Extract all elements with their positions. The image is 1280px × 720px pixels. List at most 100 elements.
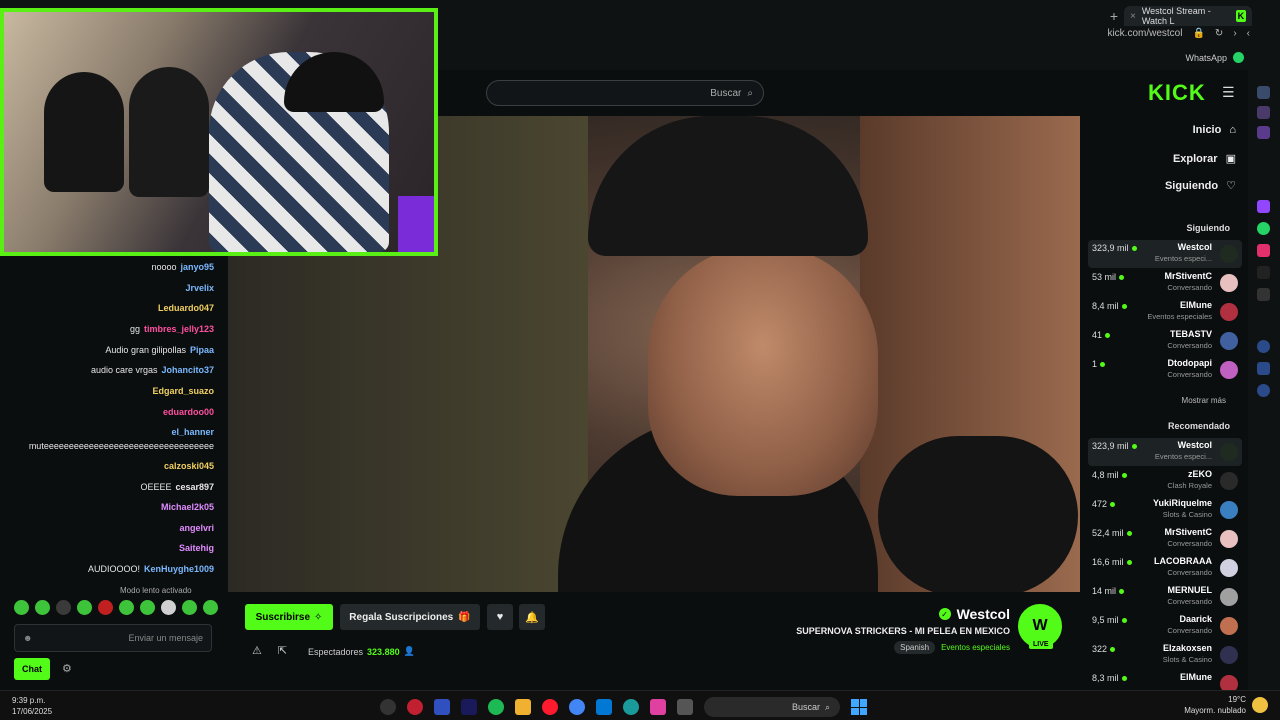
twitch-icon[interactable] — [1257, 200, 1270, 213]
chat-username[interactable]: eduardoo00 — [163, 407, 214, 417]
chat-settings-gear-icon[interactable]: ⚙ — [62, 662, 72, 675]
nav-item-explore[interactable]: Explorar ▣ — [1173, 152, 1236, 166]
chat-message-input[interactable]: ☻ Enviar un mensaje — [14, 624, 212, 652]
reload-icon[interactable]: ↻ — [1215, 28, 1223, 39]
taskbar-search[interactable]: Buscar ⌕ — [704, 697, 840, 717]
chat-username[interactable]: Pipaa — [190, 345, 214, 355]
task-view-icon[interactable] — [677, 699, 693, 715]
sidebar-channel[interactable]: 322 Elzakoxsen Slots & Casino — [1088, 641, 1242, 669]
settings-icon[interactable] — [1257, 384, 1270, 397]
file-explorer-icon[interactable] — [515, 699, 531, 715]
obs-icon[interactable] — [380, 699, 396, 715]
sidebar-channel[interactable]: 1 Dtodopapi Conversando — [1088, 356, 1242, 384]
chat-username[interactable]: el_hanner — [171, 427, 214, 437]
store-icon[interactable] — [596, 699, 612, 715]
instagram-icon[interactable] — [1257, 244, 1270, 257]
streamer-name[interactable]: ✓ Westcol — [938, 606, 1010, 622]
chat-username[interactable]: cesar897 — [175, 482, 214, 492]
whatsapp-icon[interactable] — [1257, 222, 1270, 235]
back-icon[interactable]: ‹ — [1247, 28, 1250, 39]
emote-button[interactable] — [14, 600, 29, 615]
sidebar-channel[interactable]: 8,4 mil ElMune Eventos especiales — [1088, 298, 1242, 326]
sidebar-channel[interactable]: 14 mil MERNUEL Conversando — [1088, 583, 1242, 611]
tab-close-icon[interactable]: × — [1130, 11, 1136, 22]
app-icon[interactable] — [407, 699, 423, 715]
share-icon[interactable]: ⇱ — [278, 644, 287, 657]
hamburger-menu-icon[interactable]: ☰ — [1222, 84, 1235, 101]
chat-username[interactable]: Michael2k05 — [161, 502, 214, 512]
follow-heart-button[interactable]: ♥ — [487, 604, 513, 630]
sidebar-channel[interactable]: 323,9 mil Westcol Eventos especi... — [1088, 438, 1242, 466]
chat-username[interactable]: angelvri — [179, 523, 214, 533]
chrome-icon[interactable] — [569, 699, 585, 715]
forward-icon[interactable]: › — [1233, 28, 1236, 39]
windows-start-icon[interactable] — [851, 699, 867, 715]
browser-tab[interactable]: × Westcol Stream - Watch L K — [1124, 6, 1252, 26]
nav-item-home[interactable]: Inicio ⌂ — [1193, 124, 1236, 136]
chat-username[interactable]: KenHuyghe1009 — [144, 564, 214, 574]
premiere-icon[interactable] — [461, 699, 477, 715]
kick-logo[interactable]: KICK — [1148, 80, 1206, 106]
emote-button[interactable] — [98, 600, 113, 615]
subscribe-button[interactable]: Suscribirse ✧ — [245, 604, 333, 630]
edge-icon[interactable] — [623, 699, 639, 715]
chat-send-button[interactable]: Chat — [14, 658, 50, 680]
whatsapp-icon[interactable] — [1233, 52, 1244, 63]
emote-button[interactable] — [140, 600, 155, 615]
chat-message-text: audio care vrgas — [90, 365, 158, 375]
copilot-icon[interactable] — [650, 699, 666, 715]
emote-button[interactable] — [182, 600, 197, 615]
sidebar-channel[interactable]: 4,8 mil zEKO Clash Royale — [1088, 467, 1242, 495]
emoji-icon[interactable]: ☻ — [23, 633, 32, 643]
sidebar-channel[interactable]: 53 mil MrStiventC Conversando — [1088, 269, 1242, 297]
clock-time: 9:39 p.m. — [12, 696, 46, 705]
sidebar-app-icon[interactable] — [1257, 86, 1270, 99]
chat-username[interactable]: Saitehig — [179, 543, 214, 553]
app-icon[interactable] — [434, 699, 450, 715]
language-tag[interactable]: Spanish — [894, 641, 936, 654]
show-more-link[interactable]: Mostrar más — [1182, 396, 1226, 405]
notification-bell-button[interactable]: 🔔 — [519, 604, 545, 630]
emote-button[interactable] — [35, 600, 50, 615]
sidebar-channel[interactable]: 472 YukiRiquelme Slots & Casino — [1088, 496, 1242, 524]
taskbar-apps: Buscar ⌕ — [380, 697, 867, 717]
opera-icon[interactable] — [542, 699, 558, 715]
chat-username[interactable]: Edgard_suazo — [152, 386, 214, 396]
weather-widget[interactable]: 19°C Mayorm. nublado — [1184, 694, 1268, 716]
sidebar-channel[interactable]: 16,6 mil LACOBRAAA Conversando — [1088, 554, 1242, 582]
new-tab-button[interactable]: + — [1110, 8, 1118, 24]
search-input[interactable]: Buscar ⌕ — [486, 80, 764, 106]
sidebar-channel[interactable]: 323,9 mil Westcol Eventos especi... — [1088, 240, 1242, 268]
sidebar-channel[interactable]: 52,4 mil MrStiventC Conversando — [1088, 525, 1242, 553]
chat-username[interactable]: timbres_jelly123 — [144, 324, 214, 334]
history-icon[interactable] — [1257, 340, 1270, 353]
x-icon[interactable] — [1257, 288, 1270, 301]
emote-button[interactable] — [56, 600, 71, 615]
sidebar-channel[interactable]: 9,5 mil Daarick Conversando — [1088, 612, 1242, 640]
nav-item-following[interactable]: Siguiendo ♡ — [1165, 179, 1236, 193]
search-icon[interactable]: ⌕ — [747, 88, 753, 99]
chat-username[interactable]: janyo95 — [180, 262, 214, 272]
downloads-icon[interactable] — [1257, 362, 1270, 375]
chat-username[interactable]: Leduardo047 — [158, 303, 214, 313]
taskbar-clock[interactable]: 9:39 p.m. 17/06/2025 — [12, 695, 52, 717]
url-text[interactable]: kick.com/westcol — [1107, 28, 1182, 39]
sidebar-app-icon[interactable] — [1257, 126, 1270, 139]
category-tag[interactable]: Eventos especiales — [941, 643, 1010, 652]
emote-button[interactable] — [161, 600, 176, 615]
gift-subs-button[interactable]: Regala Suscripciones 🎁 — [340, 604, 480, 630]
emote-button[interactable] — [77, 600, 92, 615]
tiktok-icon[interactable] — [1257, 266, 1270, 279]
address-bar[interactable]: kick.com/westcol 🔒 ↻ › ‹ — [1107, 28, 1250, 39]
chat-message-text: OEEEE — [140, 482, 172, 492]
sidebar-channel[interactable]: 41 TEBASTV Conversando — [1088, 327, 1242, 355]
chat-username[interactable]: Johancito37 — [161, 365, 214, 375]
sidebar-app-icon[interactable] — [1257, 106, 1270, 119]
emote-button[interactable] — [203, 600, 218, 615]
emote-button[interactable] — [119, 600, 134, 615]
spotify-icon[interactable] — [488, 699, 504, 715]
chat-username[interactable]: calzoski045 — [164, 461, 214, 471]
chat-username[interactable]: Jrvelix — [185, 283, 214, 293]
report-warning-icon[interactable]: ⚠ — [252, 644, 262, 657]
bookmark-label[interactable]: WhatsApp — [1185, 53, 1227, 63]
